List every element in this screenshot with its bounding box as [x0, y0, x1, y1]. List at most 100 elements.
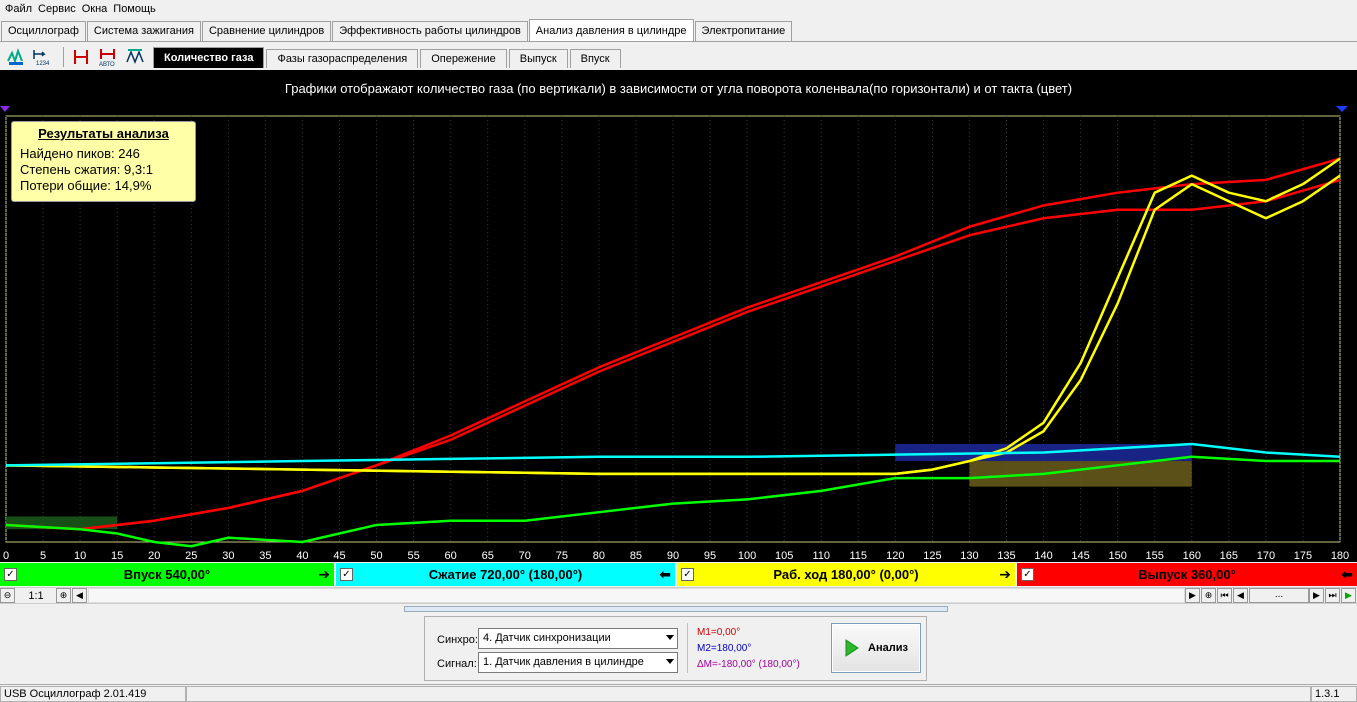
analyze-label: Анализ — [868, 642, 908, 654]
auto-marker-icon[interactable]: АВТО — [96, 46, 120, 68]
arrow-right-icon[interactable]: ➔ — [999, 566, 1011, 583]
status-message — [186, 685, 1311, 702]
signal-label: Сигнал: — [437, 658, 477, 670]
phase-exhaust-label: Выпуск 360,00° — [1138, 567, 1236, 582]
play-icon[interactable]: ▶ — [1341, 588, 1356, 603]
analysis-results-box: Результаты анализа Найдено пиков: 246 Ст… — [11, 121, 196, 202]
x-tick-label: 95 — [704, 550, 716, 562]
x-tick-label: 120 — [886, 550, 904, 562]
signal-grid-icon[interactable] — [123, 46, 147, 68]
sync-select[interactable]: 4. Датчик синхронизации — [478, 628, 678, 649]
next-page-icon[interactable]: ▶ — [1309, 588, 1324, 603]
marker-m2: M2=180,00° — [697, 643, 752, 654]
marker-m1-icon — [0, 106, 10, 112]
zoom-in-icon[interactable]: ⊕ — [1201, 588, 1216, 603]
chevron-down-icon — [666, 659, 674, 664]
chart-plot: 0 5 10 15 20 25 30 35 40 45 50 55 60 65 70 75 80 85 90 95 10… — [0, 106, 1349, 562]
zoom-level: 1:1 — [28, 589, 44, 602]
phase-power-checkbox[interactable]: ✓ — [681, 568, 694, 581]
menu-windows[interactable]: Окна — [79, 3, 111, 15]
x-tick-label: 5 — [40, 550, 46, 562]
results-header: Результаты анализа — [38, 126, 169, 141]
scroll-left-icon[interactable]: ◀ — [72, 588, 87, 603]
marker-m2-icon — [1336, 106, 1348, 112]
status-app-version: USB Осциллограф 2.01.419 — [0, 685, 186, 702]
menu-file[interactable]: Файл — [2, 3, 35, 15]
tab-cylinder-compare[interactable]: Сравнение цилиндров — [201, 21, 332, 41]
marker-delta: ΔM=-180,00° (180,00°) — [697, 659, 800, 670]
x-tick-label: 60 — [445, 550, 457, 562]
signal-value: 1. Датчик давления в цилиндре — [483, 656, 644, 668]
x-tick-label: 35 — [259, 550, 271, 562]
status-bar: USB Осциллограф 2.01.419 1.3.1 — [0, 684, 1357, 702]
x-tick-label: 155 — [1146, 550, 1164, 562]
chevron-down-icon — [666, 635, 674, 640]
marker-icon[interactable] — [69, 46, 93, 68]
prev-page-icon[interactable]: ◀ — [1233, 588, 1248, 603]
phase-intake-checkbox[interactable]: ✓ — [4, 568, 17, 581]
scroll-right-icon[interactable]: ▶ — [1185, 588, 1200, 603]
x-tick-label: 15 — [111, 550, 123, 562]
tab-valve-timing[interactable]: Фазы газораспределения — [266, 49, 419, 68]
x-tick-label: 100 — [738, 550, 756, 562]
tab-exhaust[interactable]: Выпуск — [508, 49, 568, 68]
x-tick-label: 180 — [1331, 550, 1349, 562]
step-1234-icon[interactable]: 1234 — [31, 46, 55, 68]
tab-oscilloscope[interactable]: Осциллограф — [1, 21, 86, 41]
tab-pressure-analysis[interactable]: Анализ давления в цилиндре — [528, 19, 694, 41]
first-page-icon[interactable]: ⏮ — [1217, 588, 1232, 603]
results-compression: Степень сжатия: 9,3:1 — [20, 162, 153, 177]
x-tick-label: 140 — [1034, 550, 1052, 562]
chart-scrollbar[interactable]: ⊖ 1:1 ⊕ ◀ ▶ ⊕ ⏮ ◀ ... ▶ ⏭ ▶ — [0, 587, 1357, 604]
phase-compression-checkbox[interactable]: ✓ — [340, 568, 353, 581]
x-tick-label: 25 — [185, 550, 197, 562]
menu-bar: Файл Сервис Окна Помощь — [0, 0, 1357, 18]
play-icon — [845, 639, 859, 657]
x-tick-label: 55 — [407, 550, 419, 562]
gas-quantity-chart[interactable]: 0 5 10 15 20 25 30 35 40 45 50 55 60 65 70 75 80 85 90 95 10… — [0, 70, 1357, 562]
menu-help[interactable]: Помощь — [110, 3, 159, 15]
chart-title: Графики отображают количество газа (по в… — [284, 81, 1073, 96]
x-tick-label: 75 — [556, 550, 568, 562]
waveform-icon[interactable] — [4, 46, 28, 68]
tab-intake[interactable]: Впуск — [569, 49, 621, 68]
phase-region — [969, 461, 1192, 487]
x-tick-label: 70 — [519, 550, 531, 562]
x-tick-label: 50 — [370, 550, 382, 562]
tab-cylinder-efficiency[interactable]: Эффективность работы цилиндров — [332, 21, 528, 41]
tab-advance[interactable]: Опережение — [420, 49, 507, 68]
zoom-in-icon[interactable]: ⊕ — [56, 588, 71, 603]
menu-service[interactable]: Сервис — [35, 3, 79, 15]
x-tick-label: 0 — [3, 550, 9, 562]
x-tick-label: 175 — [1294, 550, 1312, 562]
x-tick-label: 105 — [775, 550, 793, 562]
status-version: 1.3.1 — [1311, 685, 1357, 702]
x-tick-label: 150 — [1108, 550, 1126, 562]
scroll-track[interactable] — [88, 588, 1185, 603]
analysis-sub-tabs: Количество газа Фазы газораспределения О… — [153, 47, 623, 70]
zoom-out-icon[interactable]: ⊖ — [0, 588, 15, 603]
tab-power-supply[interactable]: Электропитание — [694, 21, 793, 41]
toolbar: 1234 АВТО — [0, 44, 150, 70]
arrow-left-icon[interactable]: ⬅ — [1341, 566, 1353, 583]
analyze-button[interactable]: Анализ — [831, 623, 921, 673]
phase-intake[interactable]: ✓ Впуск 540,00° ➔ — [0, 563, 336, 586]
last-page-icon[interactable]: ⏭ — [1325, 588, 1340, 603]
x-tick-label: 115 — [850, 550, 868, 562]
phase-compression[interactable]: ✓ Сжатие 720,00° (180,00°) ⬅ — [336, 563, 677, 586]
sync-label: Синхро: — [437, 634, 478, 646]
phase-power-stroke[interactable]: ✓ Раб. ход 180,00° (0,00°) ➔ — [677, 563, 1017, 586]
phase-exhaust[interactable]: ✓ Выпуск 360,00° ⬅ — [1017, 563, 1357, 586]
phase-exhaust-checkbox[interactable]: ✓ — [1021, 568, 1034, 581]
page-indicator[interactable]: ... — [1249, 588, 1309, 603]
x-tick-label: 130 — [960, 550, 978, 562]
x-tick-label: 45 — [333, 550, 345, 562]
tab-ignition[interactable]: Система зажигания — [86, 21, 201, 41]
tab-gas-quantity[interactable]: Количество газа — [153, 47, 265, 68]
svg-text:АВТО: АВТО — [99, 62, 115, 67]
panel-splitter[interactable] — [404, 606, 948, 612]
arrow-right-icon[interactable]: ➔ — [318, 566, 330, 583]
results-losses: Потери общие: 14,9% — [20, 178, 152, 193]
signal-select[interactable]: 1. Датчик давления в цилиндре — [478, 652, 678, 673]
arrow-left-icon[interactable]: ⬅ — [659, 566, 671, 583]
